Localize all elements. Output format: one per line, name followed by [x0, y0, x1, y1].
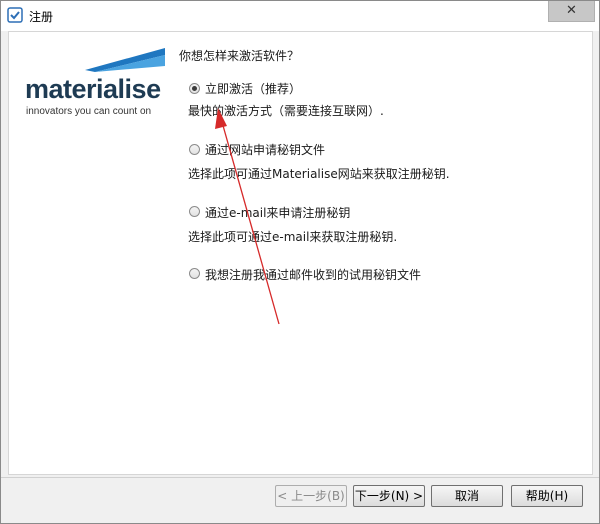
registration-app-icon: [7, 7, 23, 23]
next-button[interactable]: 下一步(N) >: [353, 485, 425, 507]
footer-divider: [1, 477, 599, 478]
help-button[interactable]: 帮助(H): [511, 485, 583, 507]
close-button[interactable]: ✕: [548, 1, 595, 22]
window-title: 注册: [29, 10, 54, 24]
content-panel: materialise innovators you can count on …: [8, 31, 593, 475]
cancel-button[interactable]: 取消: [431, 485, 503, 507]
close-icon: ✕: [566, 3, 577, 18]
annotation-arrow: [215, 108, 280, 325]
registration-dialog: 注册 ✕ materialise innovators you can coun…: [0, 0, 600, 524]
title-bar: 注册 ✕: [1, 1, 599, 31]
back-button[interactable]: < 上一步(B): [275, 485, 347, 507]
